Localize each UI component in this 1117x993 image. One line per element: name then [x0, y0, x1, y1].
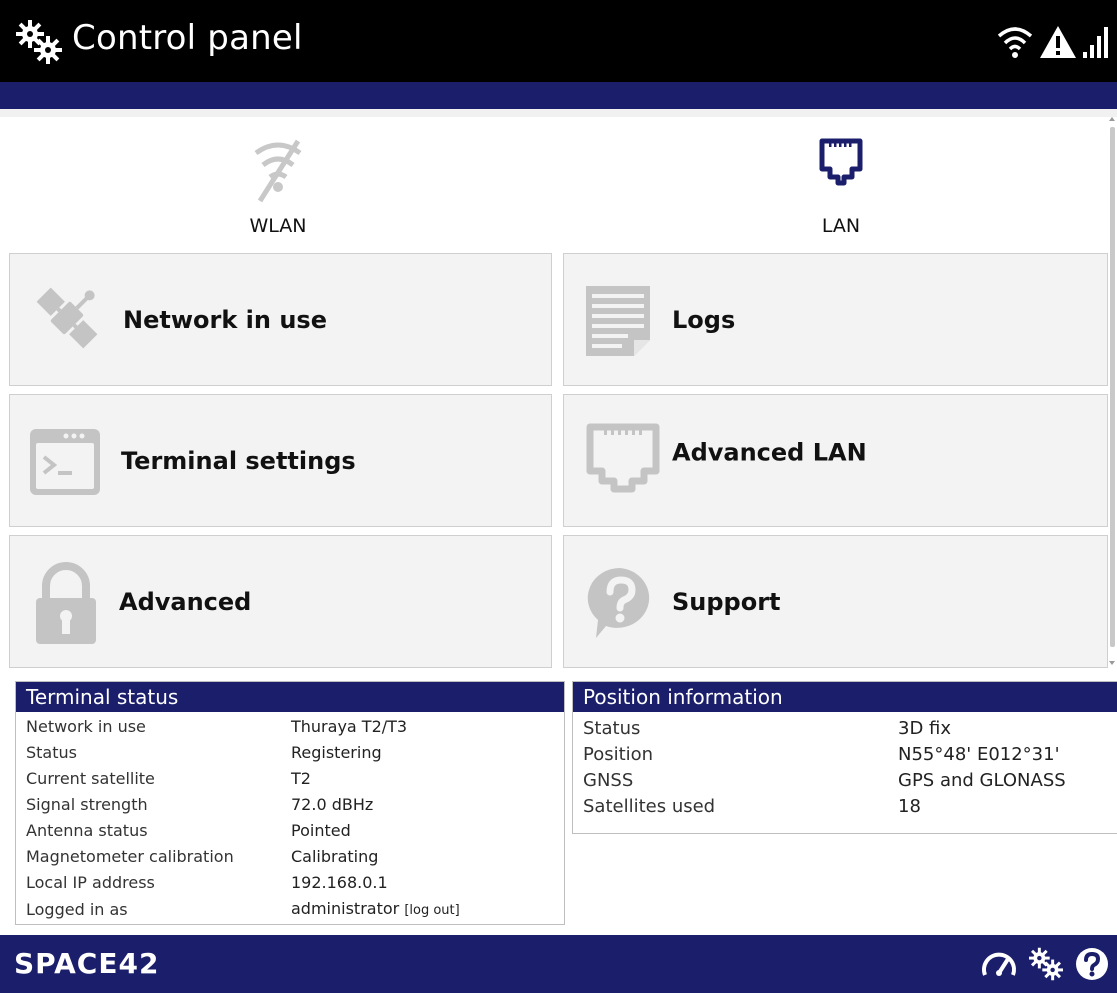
logout-link[interactable]: [log out]	[404, 903, 459, 918]
page-title: Control panel	[72, 18, 303, 58]
settings-gears-icon[interactable]	[16, 20, 62, 64]
table-row: GNSS GPS and GLONASS	[583, 768, 1066, 794]
table-row: Status 3D fix	[583, 716, 1066, 742]
position-information-table: Status 3D fix Position N55°48' E012°31' GN…	[583, 716, 1066, 820]
row-key: Network in use	[26, 717, 146, 736]
help-icon[interactable]	[1075, 947, 1109, 981]
scroll-thumb[interactable]	[1110, 127, 1115, 647]
row-value: 72.0 dBHz	[291, 795, 374, 814]
row-value: Calibrating	[291, 847, 379, 866]
row-value: Registering	[291, 743, 382, 762]
top-bar: Control panel	[0, 0, 1117, 82]
scroll-up-arrow[interactable]	[1109, 117, 1115, 121]
help-bubble-icon	[587, 567, 650, 638]
document-icon	[586, 286, 650, 356]
tile-label: Support	[672, 587, 781, 616]
footer-bar: SPACE42	[0, 935, 1117, 993]
status-icons	[997, 22, 1111, 62]
warning-icon	[1040, 26, 1076, 58]
row-key: Status	[26, 743, 77, 762]
tile-label: Network in use	[123, 305, 327, 334]
tile-advanced-lan[interactable]: Advanced LAN	[563, 394, 1108, 527]
table-row: Local IP address 192.168.0.1	[26, 870, 460, 896]
quick-link-label: LAN	[821, 215, 861, 237]
header-spacer	[0, 109, 1117, 117]
settings-gears-icon[interactable]	[1029, 947, 1063, 981]
panel-title: Position information	[573, 682, 1117, 712]
tile-terminal-settings[interactable]: Terminal settings	[9, 394, 552, 527]
tile-label: Logs	[672, 305, 736, 334]
header-strip	[0, 82, 1117, 109]
row-key: Local IP address	[26, 873, 155, 892]
lock-icon	[36, 562, 96, 644]
table-row: Network in use Thuraya T2/T3	[26, 714, 460, 740]
satellite-icon	[36, 287, 98, 349]
row-key: Logged in as	[26, 900, 128, 919]
panel-title: Terminal status	[16, 682, 564, 712]
row-key: Current satellite	[26, 769, 155, 788]
tile-advanced[interactable]: Advanced	[9, 535, 552, 668]
row-value: T2	[291, 769, 311, 788]
tile-label: Terminal settings	[121, 446, 356, 475]
table-row: Logged in as administrator [log out]	[26, 896, 460, 924]
tile-network-in-use[interactable]: Network in use	[9, 253, 552, 386]
table-row: Position N55°48' E012°31'	[583, 742, 1066, 768]
brand-logo[interactable]: SPACE42	[14, 947, 159, 980]
tile-label: Advanced	[119, 587, 252, 616]
terminal-status-panel: Terminal status Network in use Thuraya T2…	[15, 681, 565, 925]
row-value: 3D fix	[898, 718, 952, 739]
row-value: Thuraya T2/T3	[291, 717, 408, 736]
table-row: Antenna status Pointed	[26, 818, 460, 844]
table-row: Satellites used 18	[583, 794, 1066, 820]
table-row: Status Registering	[26, 740, 460, 766]
terminal-status-table: Network in use Thuraya T2/T3 Status Regist…	[26, 714, 460, 924]
terminal-icon	[30, 429, 100, 495]
row-key: Signal strength	[26, 795, 148, 814]
table-row: Current satellite T2	[26, 766, 460, 792]
quick-link-lan[interactable]: LAN	[563, 117, 1117, 252]
row-key: Satellites used	[583, 796, 716, 817]
row-key: GNSS	[583, 770, 634, 791]
footer-icons	[981, 947, 1109, 981]
quick-link-wlan[interactable]: WLAN	[0, 117, 556, 252]
page-scrollbar[interactable]	[1108, 117, 1117, 665]
ethernet-port-icon	[819, 138, 863, 186]
ethernet-port-icon	[586, 423, 660, 493]
signal-bars-icon	[1083, 27, 1108, 58]
quick-link-label: WLAN	[249, 215, 307, 237]
row-value: administrator	[291, 899, 400, 918]
row-value: N55°48' E012°31'	[898, 744, 1060, 765]
row-value: 18	[898, 796, 921, 817]
row-key: Magnetometer calibration	[26, 847, 234, 866]
row-value: Pointed	[291, 821, 351, 840]
speedometer-icon[interactable]	[981, 947, 1017, 981]
row-key: Antenna status	[26, 821, 148, 840]
row-value: 192.168.0.1	[291, 873, 388, 892]
tile-label: Advanced LAN	[672, 438, 867, 467]
tile-logs[interactable]: Logs	[563, 253, 1108, 386]
table-row: Signal strength 72.0 dBHz	[26, 792, 460, 818]
row-key: Status	[583, 718, 641, 739]
table-row: Magnetometer calibration Calibrating	[26, 844, 460, 870]
scroll-down-arrow[interactable]	[1109, 661, 1115, 665]
row-value-group: administrator [log out]	[291, 896, 460, 924]
position-information-panel: Position information Status 3D fix Positi…	[572, 681, 1117, 834]
row-value: GPS and GLONASS	[898, 770, 1066, 791]
tile-support[interactable]: Support	[563, 535, 1108, 668]
row-key: Position	[583, 744, 654, 765]
wifi-icon	[997, 27, 1033, 58]
wifi-off-icon	[254, 139, 302, 203]
